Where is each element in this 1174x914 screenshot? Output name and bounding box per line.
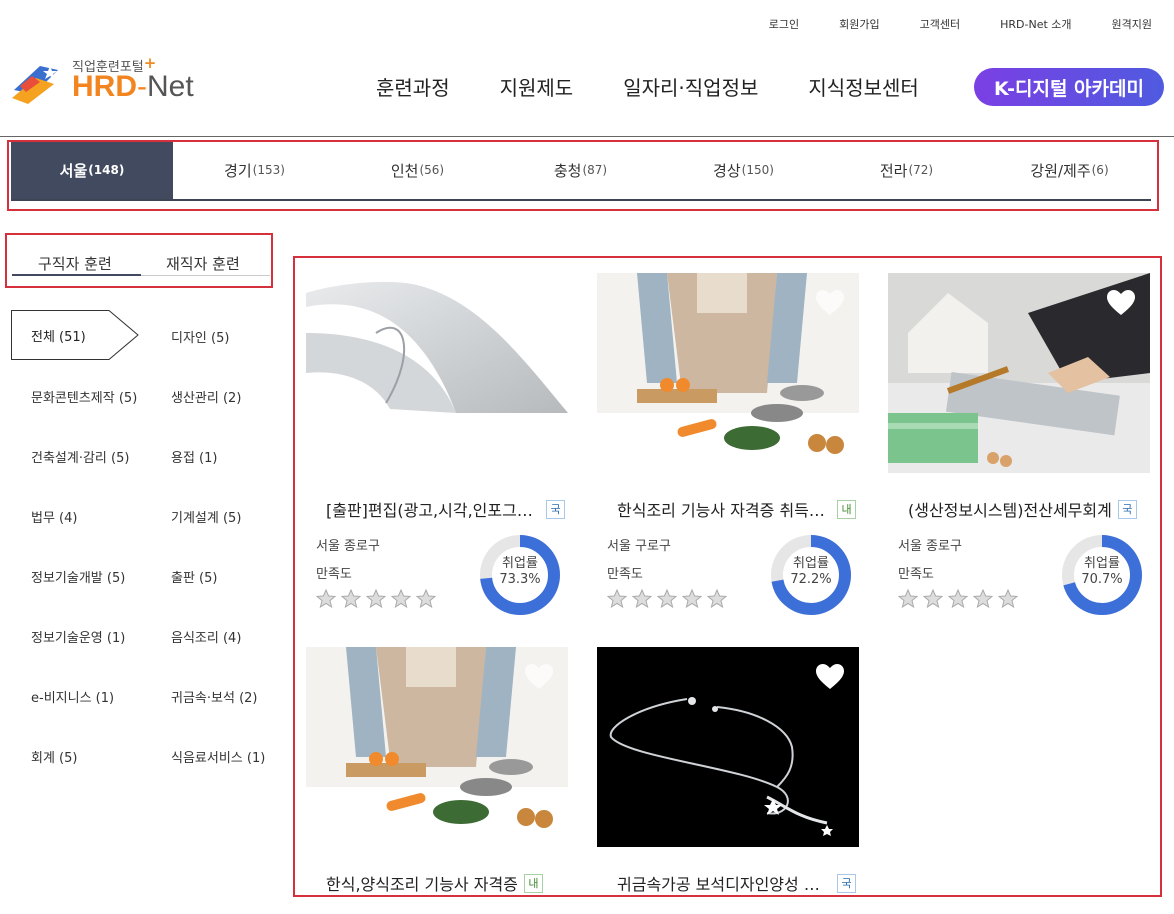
category-production-management[interactable]: 생산관리 (2)	[171, 387, 241, 406]
category-it-operation[interactable]: 정보기술운영 (1)	[31, 627, 125, 646]
training-tab-active-underline	[12, 274, 141, 276]
tab-job-seeker-training[interactable]: 구직자 훈련	[38, 253, 112, 274]
category-mechanical-design[interactable]: 기계설계 (5)	[171, 507, 241, 526]
category-jewelry[interactable]: 귀금속·보석 (2)	[171, 687, 257, 706]
category-publishing[interactable]: 출판 (5)	[171, 567, 217, 586]
category-it-development[interactable]: 정보기술개발 (5)	[31, 567, 125, 586]
nav-support-system[interactable]: 지원제도	[500, 72, 574, 101]
customer-center-link[interactable]: 고객센터	[920, 16, 960, 32]
tab-employee-training[interactable]: 재직자 훈련	[166, 253, 240, 274]
category-architecture[interactable]: 건축설계·감리 (5)	[31, 447, 129, 466]
about-link[interactable]: HRD-Net 소개	[1000, 16, 1071, 32]
category-cooking[interactable]: 음식조리 (4)	[171, 627, 241, 646]
category-all[interactable]: 전체 (51)	[11, 310, 139, 360]
main-nav: 훈련과정 지원제도 일자리·직업정보 지식정보센터 K-디지털 아카데미	[376, 68, 1164, 106]
nav-job-info[interactable]: 일자리·직업정보	[623, 72, 758, 101]
category-label: 전체 (51)	[31, 330, 86, 345]
category-e-business[interactable]: e-비지니스 (1)	[31, 687, 114, 706]
category-legal[interactable]: 법무 (4)	[31, 507, 77, 526]
signup-link[interactable]: 회원가입	[839, 16, 879, 32]
login-link[interactable]: 로그인	[769, 16, 799, 32]
category-culture-content[interactable]: 문화콘텐츠제작 (5)	[31, 387, 137, 406]
course-list-highlight-box	[293, 256, 1162, 897]
utility-nav: 로그인 회원가입 고객센터 HRD-Net 소개 원격지원	[729, 16, 1152, 32]
category-food-beverage[interactable]: 식음료서비스 (1)	[171, 747, 265, 766]
hrd-net-logo[interactable]: 직업훈련포털+ HRD-Net	[10, 52, 210, 104]
nav-training-courses[interactable]: 훈련과정	[376, 72, 450, 101]
nav-knowledge-center[interactable]: 지식정보센터	[808, 72, 918, 101]
category-welding[interactable]: 용접 (1)	[171, 447, 217, 466]
remote-support-link[interactable]: 원격지원	[1112, 16, 1152, 32]
header-divider	[0, 136, 1174, 137]
category-accounting[interactable]: 회계 (5)	[31, 747, 77, 766]
region-highlight-box	[7, 140, 1159, 211]
k-digital-academy-button[interactable]: K-디지털 아카데미	[974, 68, 1164, 106]
category-design[interactable]: 디자인 (5)	[171, 327, 229, 346]
logo-mark-icon	[12, 66, 58, 104]
logo-wordmark: HRD-Net	[72, 70, 194, 103]
